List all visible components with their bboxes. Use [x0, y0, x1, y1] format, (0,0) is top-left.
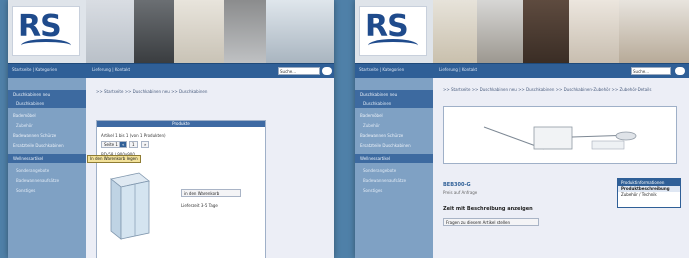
product-title: BEB300-G: [443, 182, 471, 188]
breadcrumb: >> Startseite >> Duschkabinen neu >> Dus…: [96, 89, 208, 94]
sidebar-item[interactable]: Zubehör: [8, 121, 86, 130]
pagination-page[interactable]: Seite 1: [101, 141, 121, 148]
sidebar-item[interactable]: Duschkabinen neu: [8, 90, 86, 99]
banner-photos: [433, 0, 689, 63]
search-input[interactable]: Suche...: [278, 67, 320, 75]
sidebar-item[interactable]: Duschkabinen: [355, 99, 433, 108]
product-drawing[interactable]: [443, 106, 677, 164]
banner-photo: [523, 0, 569, 63]
sidebar-item[interactable]: Sonstiges: [8, 186, 86, 195]
right-window: RS Startseite | Kategorien Lieferung | K…: [355, 0, 689, 258]
sidebar-item[interactable]: Ersatzteile Duschkabinen: [8, 141, 86, 150]
product-box: Produkte Artikel 1 bis 1 (von 1 Produkte…: [96, 120, 266, 258]
nav-link-contact[interactable]: Lieferung | Kontakt: [92, 67, 130, 72]
sidebar-item[interactable]: Duschkabinen: [8, 99, 86, 108]
banner-photo: [477, 0, 523, 63]
banner-photo: [619, 0, 689, 63]
logo-swirl: [21, 39, 71, 52]
banner-photo: [134, 0, 174, 63]
delivery-time: Lieferzeit 3-5 Tage: [181, 203, 218, 208]
main-content: >> Startseite >> Duschkabinen neu >> Dus…: [86, 78, 334, 258]
technical-drawing: [483, 126, 637, 150]
search-icon[interactable]: [675, 67, 685, 75]
add-to-cart-button[interactable]: in den Warenkorb: [181, 189, 241, 197]
nav-link-home[interactable]: Startseite | Kategorien: [12, 67, 57, 72]
banner-photo: [174, 0, 224, 63]
question-title: Zeit mit Beschreibung anzeigen: [443, 206, 533, 212]
banner-photos: [86, 0, 334, 63]
main-content: >> Startseite >> Duschkabinen neu >> Dus…: [433, 78, 689, 258]
sidebar-item[interactable]: Sonderangebote: [8, 166, 86, 175]
sidebar: Duschkabinen neu Duschkabinen Bademöbel …: [8, 78, 86, 258]
top-nav: Startseite | Kategorien Lieferung | Kont…: [355, 63, 689, 79]
banner-photo: [433, 0, 477, 63]
pagination-next[interactable]: »: [141, 141, 150, 148]
sidebar-item[interactable]: Badewannenaufsätze: [355, 176, 433, 185]
pagination-number[interactable]: 1: [129, 141, 138, 148]
product-image[interactable]: [103, 169, 153, 243]
popup-item[interactable]: Zubehör / Technik: [618, 192, 680, 198]
nav-link-home[interactable]: Startseite | Kategorien: [359, 67, 404, 72]
tooltip: In den Warenkorb legen: [87, 155, 141, 163]
sidebar-item[interactable]: Badewannen Schürze: [8, 131, 86, 140]
popup-title: Produktinformationen: [618, 179, 680, 186]
search-icon[interactable]: [322, 67, 332, 75]
breadcrumb: >> Startseite >> Duschkabinen neu >> Dus…: [443, 87, 652, 92]
banner-photo: [569, 0, 619, 63]
banner: RS: [8, 0, 334, 63]
sidebar-item[interactable]: Bademöbel: [355, 111, 433, 120]
logo-swirl: [368, 39, 418, 52]
top-nav: Startseite | Kategorien Lieferung | Kont…: [8, 63, 334, 79]
result-count: Artikel 1 bis 1 (von 1 Produkten): [101, 133, 166, 138]
banner-photo: [266, 0, 334, 63]
sidebar-item[interactable]: Wellnessartikel: [355, 154, 433, 163]
sidebar-item[interactable]: Sonderangebote: [355, 166, 433, 175]
logo[interactable]: RS: [359, 6, 427, 56]
sidebar-item[interactable]: Duschkabinen neu: [355, 90, 433, 99]
info-popup: Produktinformationen Produktbeschreibung…: [617, 178, 681, 208]
product-subline: Preis auf Anfrage: [443, 190, 478, 195]
sidebar-item[interactable]: Bademöbel: [8, 111, 86, 120]
banner-photo: [224, 0, 266, 63]
sidebar-item[interactable]: Sonstiges: [355, 186, 433, 195]
product-box-title: Produkte: [97, 121, 265, 127]
pagination-prev[interactable]: «: [119, 141, 128, 148]
sidebar-item[interactable]: Badewannenaufsätze: [8, 176, 86, 185]
nav-link-contact[interactable]: Lieferung | Kontakt: [439, 67, 477, 72]
sidebar-item[interactable]: Zubehör: [355, 121, 433, 130]
search-input[interactable]: Suche...: [631, 67, 671, 75]
sidebar-item[interactable]: Wellnessartikel: [8, 154, 86, 163]
sidebar: Duschkabinen neu Duschkabinen Bademöbel …: [355, 78, 433, 258]
ask-question-button[interactable]: Fragen zu diesem Artikel stellen: [443, 218, 539, 226]
sidebar-item[interactable]: Badewannen Schürze: [355, 131, 433, 140]
logo[interactable]: RS: [12, 6, 80, 56]
banner: RS: [355, 0, 689, 63]
banner-photo: [86, 0, 134, 63]
left-window: RS Startseite | Kategorien Lieferung | K…: [8, 0, 334, 258]
sidebar-item[interactable]: Ersatzteile Duschkabinen: [355, 141, 433, 150]
